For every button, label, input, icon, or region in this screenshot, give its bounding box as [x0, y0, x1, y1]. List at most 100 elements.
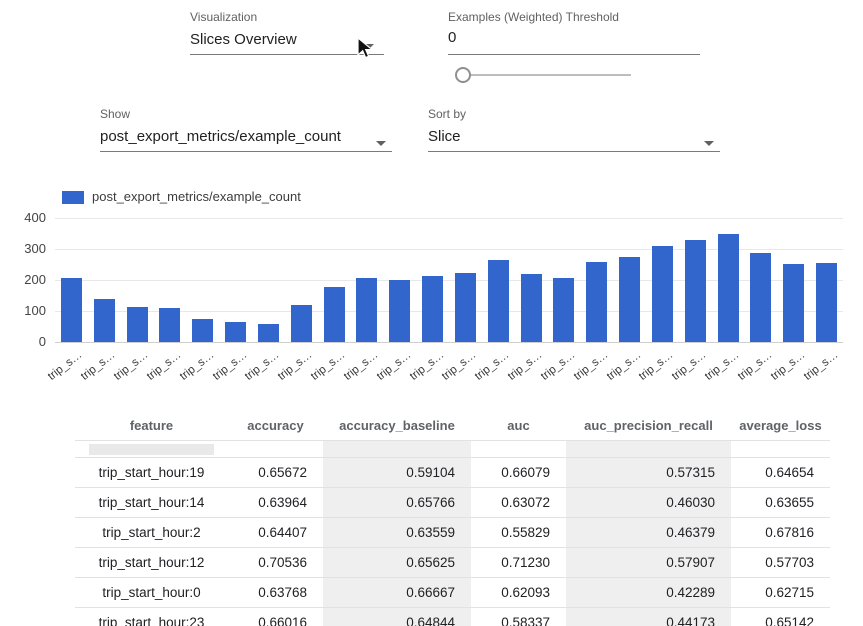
chart-bar[interactable]	[455, 273, 476, 342]
table-row: trip_start_hour:230.660160.648440.583370…	[75, 608, 830, 626]
threshold-label: Examples (Weighted) Threshold	[448, 10, 619, 24]
table-cell: trip_start_hour:2	[75, 518, 228, 547]
chart-bar[interactable]	[750, 253, 771, 342]
table-cell: 0.63559	[323, 518, 471, 547]
column-header-accuracy_baseline[interactable]: accuracy_baseline	[323, 410, 471, 440]
table-cell: 0.66079	[471, 458, 566, 487]
table-cell: 0.67816	[731, 518, 830, 547]
chart-bar[interactable]	[685, 240, 706, 342]
table-filter-cell	[228, 441, 323, 457]
threshold-underline	[448, 54, 700, 55]
table-cell: 0.42289	[566, 578, 731, 607]
chevron-down-icon[interactable]	[376, 141, 386, 146]
table-cell: 0.64407	[228, 518, 323, 547]
visualization-underline	[190, 54, 384, 55]
chevron-down-icon[interactable]	[704, 141, 714, 146]
table-cell: 0.62093	[471, 578, 566, 607]
table-filter-row	[75, 441, 830, 458]
chart-bar[interactable]	[324, 287, 345, 342]
chart-bar[interactable]	[159, 308, 180, 342]
chart-bar[interactable]	[61, 278, 82, 342]
table-cell: trip_start_hour:12	[75, 548, 228, 577]
legend-label: post_export_metrics/example_count	[92, 189, 301, 204]
threshold-slider-track[interactable]	[461, 74, 631, 76]
visualization-select[interactable]: Slices Overview	[190, 31, 297, 48]
chart-bar[interactable]	[553, 278, 574, 342]
chart-bar[interactable]	[192, 319, 213, 342]
sort-by-underline	[428, 151, 720, 152]
table-cell: 0.71230	[471, 548, 566, 577]
table-cell: 0.66667	[323, 578, 471, 607]
table-filter-cell	[323, 441, 471, 457]
chart-bar[interactable]	[619, 257, 640, 342]
table-cell: 0.63768	[228, 578, 323, 607]
table-cell: 0.62715	[731, 578, 830, 607]
table-cell: 0.57315	[566, 458, 731, 487]
table-cell: trip_start_hour:19	[75, 458, 228, 487]
column-header-feature[interactable]: feature	[75, 410, 228, 440]
chart-bar[interactable]	[488, 260, 509, 342]
chart-bar[interactable]	[225, 322, 246, 342]
chart-bar[interactable]	[718, 234, 739, 343]
table-cell: 0.63964	[228, 488, 323, 517]
table-cell: 0.57703	[731, 548, 830, 577]
gridline	[55, 218, 843, 219]
table-filter-cell	[731, 441, 830, 457]
table-cell: 0.57907	[566, 548, 731, 577]
table-cell: trip_start_hour:0	[75, 578, 228, 607]
chart-bar[interactable]	[652, 246, 673, 342]
column-header-accuracy[interactable]: accuracy	[228, 410, 323, 440]
table-cell: 0.46030	[566, 488, 731, 517]
threshold-slider-thumb[interactable]	[455, 67, 471, 83]
chart-bar[interactable]	[521, 274, 542, 342]
table-cell: 0.44173	[566, 608, 731, 626]
chart-bar[interactable]	[783, 264, 804, 342]
y-axis-tick-label: 0	[0, 334, 46, 349]
chart-bar[interactable]	[389, 280, 410, 342]
chart-bar[interactable]	[291, 305, 312, 342]
y-axis-tick-label: 200	[0, 272, 46, 287]
chart-bar[interactable]	[422, 276, 443, 342]
table-cell: 0.63655	[731, 488, 830, 517]
table-cell: 0.70536	[228, 548, 323, 577]
feature-filter-input[interactable]	[89, 444, 214, 455]
chart-bar[interactable]	[94, 299, 115, 342]
chart-bar[interactable]	[258, 324, 279, 342]
table-cell: 0.65142	[731, 608, 830, 626]
y-axis-tick-label: 100	[0, 303, 46, 318]
column-header-auc_precision_recall[interactable]: auc_precision_recall	[566, 410, 731, 440]
table-cell: 0.64654	[731, 458, 830, 487]
threshold-input[interactable]	[448, 29, 568, 46]
table-cell: 0.59104	[323, 458, 471, 487]
table-row: trip_start_hour:190.656720.591040.660790…	[75, 458, 830, 488]
column-header-average_loss[interactable]: average_loss	[731, 410, 830, 440]
y-axis-tick-label: 400	[0, 210, 46, 225]
y-axis-tick-label: 300	[0, 241, 46, 256]
mouse-cursor-icon	[356, 37, 374, 61]
table-cell: 0.65625	[323, 548, 471, 577]
table-cell: 0.55829	[471, 518, 566, 547]
chart-bar[interactable]	[356, 278, 377, 342]
table-cell: 0.66016	[228, 608, 323, 626]
show-label: Show	[100, 107, 130, 121]
chart-bar[interactable]	[586, 262, 607, 342]
table-filter-cell	[471, 441, 566, 457]
table-cell: 0.65672	[228, 458, 323, 487]
sort-by-select[interactable]: Slice	[428, 128, 461, 145]
metrics-table: featureaccuracyaccuracy_baselineaucauc_p…	[75, 410, 830, 626]
table-row: trip_start_hour:20.644070.635590.558290.…	[75, 518, 830, 548]
table-header-row: featureaccuracyaccuracy_baselineaucauc_p…	[75, 410, 830, 441]
show-select[interactable]: post_export_metrics/example_count	[100, 128, 341, 145]
example-count-bar-chart: post_export_metrics/example_count 0 100 20…	[0, 185, 863, 410]
gridline	[55, 342, 843, 343]
table-row: trip_start_hour:140.639640.657660.630720…	[75, 488, 830, 518]
table-cell: 0.64844	[323, 608, 471, 626]
column-header-auc[interactable]: auc	[471, 410, 566, 440]
visualization-label: Visualization	[190, 10, 257, 24]
chart-bar[interactable]	[127, 307, 148, 342]
table-cell: 0.46379	[566, 518, 731, 547]
chart-bar[interactable]	[816, 263, 837, 342]
slices-overview-page: Visualization Slices Overview Examples (…	[0, 0, 863, 626]
table-cell: trip_start_hour:14	[75, 488, 228, 517]
table-filter-cell	[75, 441, 228, 457]
